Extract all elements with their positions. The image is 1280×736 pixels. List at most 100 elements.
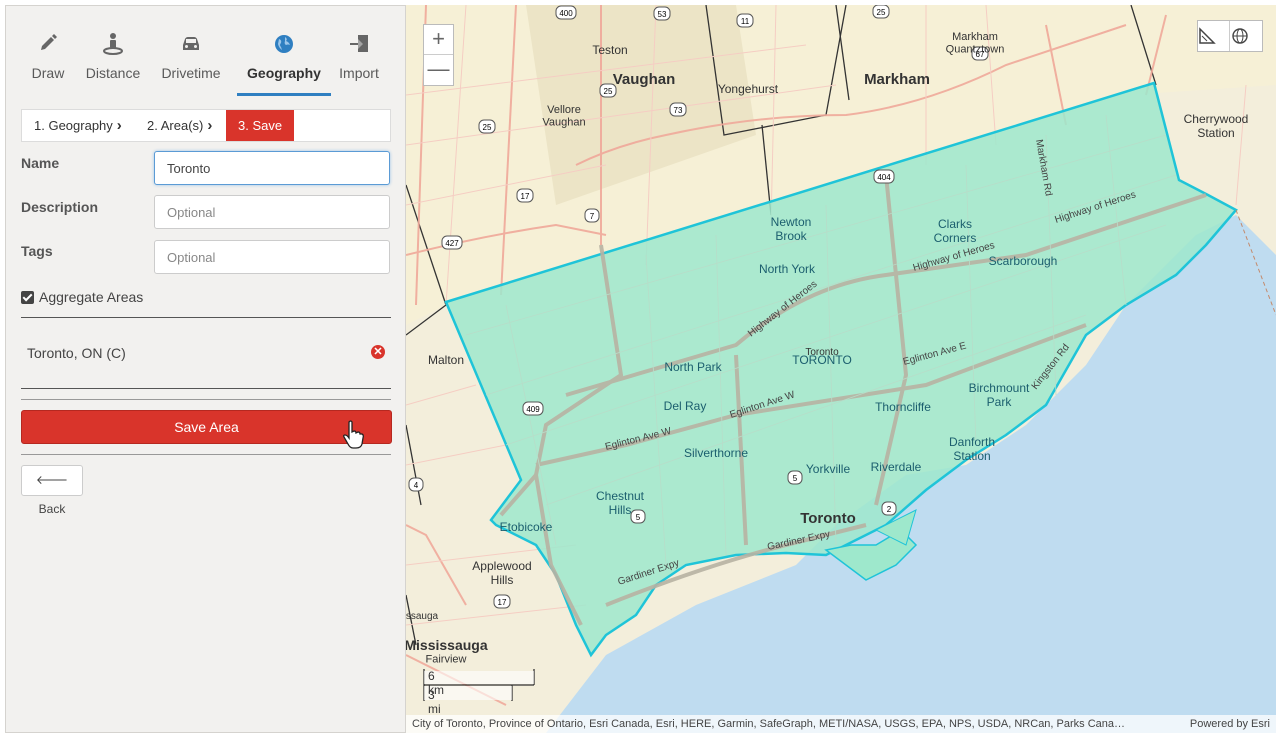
svg-text:7: 7 <box>590 212 595 221</box>
label-vellore-vaughan: Vellore Vaughan <box>542 104 585 129</box>
step-areas[interactable]: 2. Area(s) › <box>147 110 212 141</box>
step-areas-label: 2. Area(s) <box>147 118 204 133</box>
shield-427: 427 <box>441 235 463 250</box>
shield-17b: 17 <box>493 594 511 609</box>
tab-geography[interactable]: Geography <box>237 31 331 97</box>
label-riverdale: Riverdale <box>871 460 922 474</box>
svg-text:11: 11 <box>741 17 750 26</box>
shield-404: 404 <box>873 169 895 184</box>
svg-text:73: 73 <box>674 106 683 115</box>
name-input[interactable] <box>154 151 390 185</box>
save-area-button[interactable]: Save Area <box>21 410 392 444</box>
label-cherrywood-station: Cherrywood Station <box>1184 112 1249 140</box>
pencil-icon <box>41 34 57 50</box>
label-toronto-city: Toronto <box>800 510 856 527</box>
svg-text:2: 2 <box>887 505 892 514</box>
step-geography[interactable]: 1. Geography › <box>34 110 122 141</box>
label-danforth-station: Danforth Station <box>949 435 995 463</box>
label-north-york: North York <box>759 262 816 276</box>
svg-text:5: 5 <box>636 513 641 522</box>
selected-area-item: Toronto, ON (C) <box>27 345 126 361</box>
divider <box>21 454 391 455</box>
label-teston: Teston <box>592 43 627 57</box>
tab-distance-label: Distance <box>85 65 141 81</box>
label-silverthorne: Silverthorne <box>684 446 748 460</box>
hand-cursor-icon <box>343 420 364 449</box>
label-newton-brook: Newton Brook <box>771 215 812 243</box>
checkbox-checked-icon[interactable] <box>21 291 34 304</box>
svg-text:53: 53 <box>658 10 667 19</box>
divider <box>21 388 391 389</box>
svg-text:25: 25 <box>877 8 886 17</box>
description-input[interactable] <box>154 195 390 229</box>
aggregate-areas-checkbox[interactable]: Aggregate Areas <box>21 289 143 305</box>
svg-text:17: 17 <box>521 192 530 201</box>
tab-distance[interactable]: Distance <box>80 31 146 97</box>
svg-text:25: 25 <box>604 87 613 96</box>
map-view[interactable]: 400 53 25 11 7 73 25 17 427 404 409 5 5 … <box>406 5 1276 733</box>
measure-button[interactable] <box>1198 21 1230 51</box>
svg-text:404: 404 <box>877 173 891 182</box>
import-icon <box>350 35 368 52</box>
shield-73: 73 <box>669 102 687 117</box>
svg-text:25: 25 <box>483 123 492 132</box>
shield-5: 5 <box>787 470 803 485</box>
divider <box>21 317 391 318</box>
shield-2: 2 <box>881 501 897 516</box>
chevron-right-icon: › <box>207 117 213 134</box>
label-north-park: North Park <box>664 360 722 374</box>
remove-area-icon[interactable]: ✕ <box>371 345 385 359</box>
back-button-label: Back <box>38 502 66 516</box>
attribution-text: City of Toronto, Province of Ontario, Es… <box>412 718 1126 730</box>
shield-7: 7 <box>584 208 600 223</box>
tab-drivetime[interactable]: Drivetime <box>156 31 226 97</box>
label-markham: Markham <box>864 71 930 88</box>
label-mississauga-short: ssauga <box>406 611 439 622</box>
label-thorncliffe: Thorncliffe <box>875 400 931 414</box>
label-scarborough: Scarborough <box>989 254 1058 268</box>
step-save[interactable]: 3. Save <box>226 110 295 141</box>
zoom-out-button[interactable]: — <box>424 55 453 85</box>
back-button[interactable]: 🡐 Back <box>21 465 83 516</box>
tab-drivetime-label: Drivetime <box>161 65 221 81</box>
globe-icon <box>1232 28 1248 44</box>
shield-4: 4 <box>408 477 424 492</box>
svg-text:17: 17 <box>498 598 507 607</box>
powered-by-esri[interactable]: Powered by Esri <box>1190 715 1270 733</box>
tab-draw[interactable]: Draw <box>24 31 72 97</box>
tool-tabs: Draw Distance Drivetime Geography Import <box>6 31 406 101</box>
active-tab-indicator <box>237 93 331 96</box>
label-yongehurst: Yongehurst <box>718 82 779 96</box>
tab-draw-label: Draw <box>31 65 65 81</box>
sidebar-panel: Draw Distance Drivetime Geography Import… <box>5 5 406 733</box>
label-markham-quantztown: Markham Quantztown <box>946 31 1005 56</box>
divider <box>21 399 391 400</box>
label-del-ray: Del Ray <box>664 399 707 413</box>
shield-409: 409 <box>522 401 544 416</box>
svg-text:409: 409 <box>526 405 540 414</box>
step-save-label: 3. Save <box>238 118 283 133</box>
description-label: Description <box>21 199 99 215</box>
tab-geography-label: Geography <box>247 65 321 81</box>
svg-text:5: 5 <box>793 474 798 483</box>
shield-25: 25 <box>872 5 890 19</box>
label-vaughan: Vaughan <box>613 71 676 88</box>
person-pin-icon <box>103 33 123 55</box>
aggregate-areas-label: Aggregate Areas <box>39 289 144 305</box>
car-icon <box>183 37 199 50</box>
globe-icon <box>275 35 293 53</box>
tags-label: Tags <box>21 243 53 259</box>
tab-import[interactable]: Import <box>334 31 384 97</box>
label-etobicoke: Etobicoke <box>500 520 553 534</box>
step-geography-label: 1. Geography <box>34 118 113 133</box>
zoom-control: + — <box>423 24 454 86</box>
label-clarks-corners: Clarks Corners <box>934 217 977 245</box>
basemap-button[interactable] <box>1231 21 1263 51</box>
basemap[interactable]: 400 53 25 11 7 73 25 17 427 404 409 5 5 … <box>406 5 1276 733</box>
step-breadcrumb: 1. Geography › 2. Area(s) › 3. Save <box>21 109 391 142</box>
zoom-in-button[interactable]: + <box>424 25 453 55</box>
shield-53: 53 <box>653 6 671 21</box>
measure-icon <box>1199 27 1216 44</box>
label-toronto-caps: TORONTO <box>792 353 852 367</box>
tags-input[interactable] <box>154 240 390 274</box>
